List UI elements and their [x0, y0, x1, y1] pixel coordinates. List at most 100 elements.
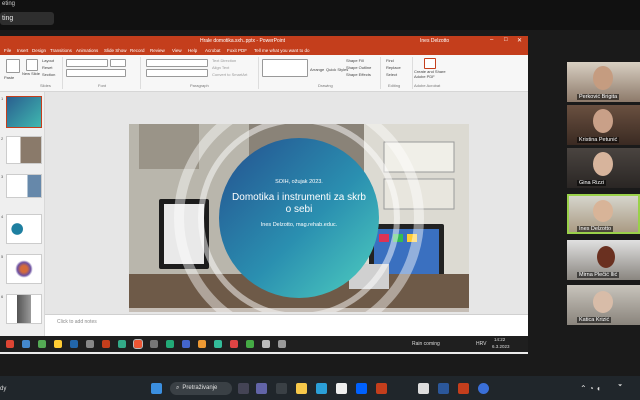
tab-transitions[interactable]: Transitions: [50, 48, 72, 53]
app-icon[interactable]: [198, 340, 206, 348]
tab-slide-show[interactable]: Slide Show: [104, 48, 127, 53]
clock[interactable]: ⏷: [618, 383, 622, 390]
app-icon[interactable]: [86, 340, 94, 348]
tab-help[interactable]: Help: [188, 48, 197, 53]
slide-thumbnail[interactable]: [6, 214, 42, 244]
search-label: Pretraživanje: [182, 385, 218, 391]
start-icon[interactable]: [151, 383, 162, 394]
slide-thumbnail[interactable]: [6, 96, 42, 128]
language-indicator[interactable]: HRV: [476, 341, 486, 347]
participant-tile-active[interactable]: Ines Delzotto: [567, 194, 640, 234]
participant-tile[interactable]: Katica Krizić: [567, 285, 640, 325]
chrome-icon[interactable]: [418, 383, 429, 394]
tray-icons[interactable]: ⌃ ◔ ◖: [580, 384, 601, 393]
edge-icon[interactable]: [316, 383, 327, 394]
task-view-icon[interactable]: [238, 383, 249, 394]
new-slide-icon[interactable]: [26, 59, 38, 71]
find-button[interactable]: Find: [386, 58, 394, 63]
paste-icon[interactable]: [6, 59, 20, 73]
new-slide-label[interactable]: New Slide: [22, 71, 40, 76]
app-icon[interactable]: [133, 339, 143, 349]
shapes-gallery[interactable]: [262, 59, 308, 77]
search-box[interactable]: ⌕ Pretraživanje: [170, 382, 232, 395]
replace-button[interactable]: Replace: [386, 65, 401, 70]
app-icon[interactable]: [278, 340, 286, 348]
close-icon[interactable]: ✕: [517, 37, 522, 44]
tab-view[interactable]: View: [172, 48, 182, 53]
adobe-pdf-icon[interactable]: [424, 58, 436, 69]
tab-record[interactable]: Record: [130, 48, 145, 53]
app-icon[interactable]: [118, 340, 126, 348]
app-icon[interactable]: [214, 340, 222, 348]
dropbox-icon[interactable]: [356, 383, 367, 394]
layout-button[interactable]: Layout: [42, 58, 54, 63]
shape-outline-button[interactable]: Shape Outline: [346, 65, 371, 70]
text-direction[interactable]: Text Direction: [212, 58, 236, 63]
app-icon[interactable]: [276, 383, 287, 394]
meeting-top-bar: eting ting: [0, 0, 640, 30]
app-icon[interactable]: [166, 340, 174, 348]
app-icon[interactable]: [6, 340, 14, 348]
paragraph-align-icons[interactable]: [146, 69, 208, 77]
participant-tile[interactable]: Mirna Plečić Ilić: [567, 240, 640, 280]
meeting-app-icon[interactable]: [478, 383, 489, 394]
tab-review[interactable]: Review: [150, 48, 165, 53]
current-slide[interactable]: SOIH, ožujak 2023. Domotika i instrument…: [129, 124, 469, 312]
tab-foxit[interactable]: Foxit PDF: [227, 48, 247, 53]
maximize-icon[interactable]: □: [504, 37, 508, 43]
word-icon[interactable]: [438, 383, 449, 394]
app-icon[interactable]: [70, 340, 78, 348]
tab-acrobat[interactable]: Acrobat: [205, 48, 221, 53]
amazon-icon[interactable]: [336, 383, 347, 394]
font-size-select[interactable]: [110, 59, 126, 67]
app-icon[interactable]: [22, 340, 30, 348]
shape-effects-button[interactable]: Shape Effects: [346, 72, 371, 77]
align-text[interactable]: Align Text: [212, 65, 229, 70]
file-explorer-icon[interactable]: [296, 383, 307, 394]
paragraph-list-icons[interactable]: [146, 59, 208, 67]
participant-name: Gina Rizzi: [577, 180, 607, 186]
app-icon[interactable]: [182, 340, 190, 348]
app-icon[interactable]: [246, 340, 254, 348]
tab-design[interactable]: Design: [32, 48, 46, 53]
app-icon[interactable]: [262, 340, 270, 348]
tell-me-box[interactable]: Tell me what you want to do: [254, 48, 310, 53]
participant-tile[interactable]: Gina Rizzi: [567, 148, 640, 188]
app-icon[interactable]: [150, 340, 158, 348]
minimize-icon[interactable]: –: [490, 37, 493, 43]
app-icon[interactable]: [230, 340, 238, 348]
slide-thumbnail[interactable]: [6, 136, 42, 164]
tab-insert[interactable]: Insert: [17, 48, 28, 53]
slide-thumbnail[interactable]: [6, 294, 42, 324]
app-icon[interactable]: [102, 340, 110, 348]
tab-animations[interactable]: Animations: [76, 48, 98, 53]
app-icon[interactable]: [54, 340, 62, 348]
select-button[interactable]: Select: [386, 72, 397, 77]
section-button[interactable]: Section: [42, 72, 55, 77]
arrange-button[interactable]: Arrange: [310, 67, 324, 72]
quick-styles-button[interactable]: Quick Styles: [326, 67, 348, 72]
app-icon[interactable]: [38, 340, 46, 348]
slide-thumbnail[interactable]: [6, 254, 42, 284]
participant-tile[interactable]: Perković Brigita: [567, 62, 640, 102]
paste-label[interactable]: Paste: [4, 75, 14, 80]
ppt-user-name[interactable]: Ines Delzotto: [420, 38, 449, 44]
meeting-pill[interactable]: ting: [0, 12, 54, 25]
create-share-pdf-button[interactable]: Create and Share Adobe PDF: [414, 69, 448, 79]
tab-file[interactable]: File: [4, 48, 11, 53]
font-format-icons[interactable]: [66, 69, 126, 77]
teams-icon[interactable]: [256, 383, 267, 394]
slide-author: Ines Delzotto, mag.rehab.educ.: [260, 222, 338, 228]
reset-button[interactable]: Reset: [42, 65, 52, 70]
participant-tile[interactable]: Kristina Petunić: [567, 105, 640, 145]
powerpoint-window: Hrale domotika.sxh..pptx - PowerPoint In…: [0, 36, 528, 354]
ribbon-separator: [140, 57, 141, 89]
adobe-group-label: Adobe Acrobat: [414, 83, 441, 88]
smartart[interactable]: Convert to SmartArt: [212, 72, 247, 77]
font-family-select[interactable]: [66, 59, 108, 67]
shape-fill-button[interactable]: Shape Fill: [346, 58, 364, 63]
powerpoint-icon[interactable]: [458, 383, 469, 394]
ppt-title-bar: Hrale domotika.sxh..pptx - PowerPoint In…: [0, 36, 528, 46]
office-icon[interactable]: [376, 383, 387, 394]
slide-thumbnail[interactable]: [6, 174, 42, 198]
